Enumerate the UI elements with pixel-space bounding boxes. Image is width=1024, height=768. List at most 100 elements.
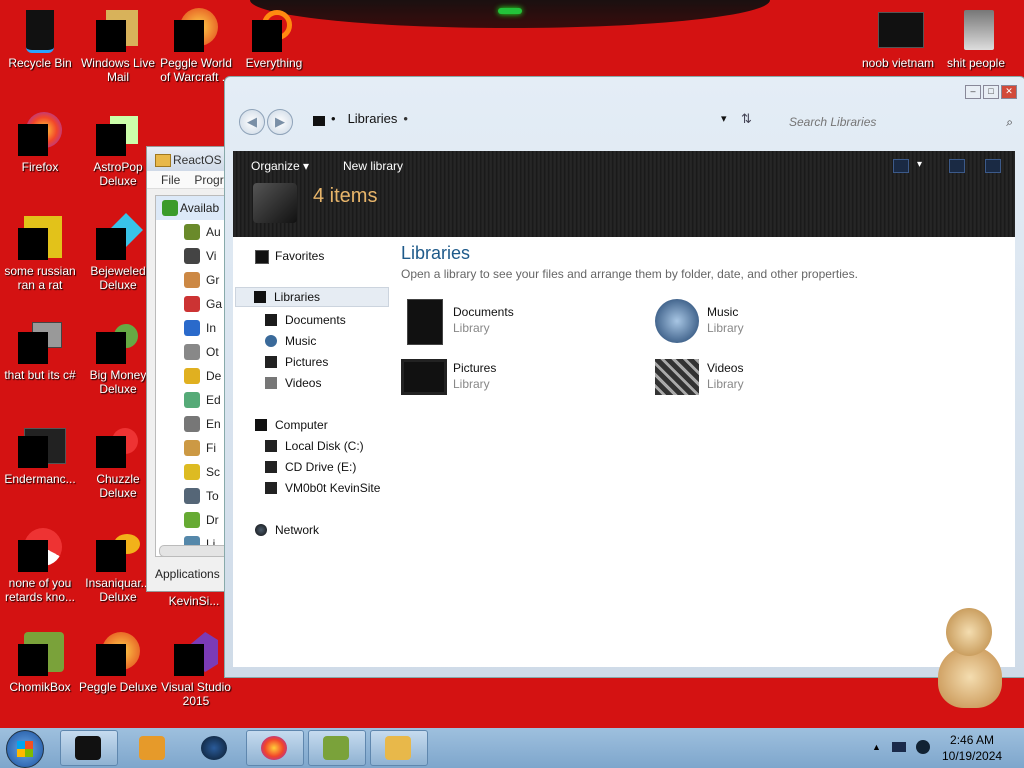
library-name: Music — [707, 305, 739, 319]
nav-label: VM0b0t KevinSite — [285, 481, 381, 495]
video-icon — [184, 248, 200, 264]
change-view-icon[interactable] — [893, 159, 909, 173]
volume-icon[interactable] — [916, 740, 930, 754]
chevron-down-icon[interactable]: ▾ — [721, 112, 727, 125]
maximize-button[interactable]: □ — [983, 85, 999, 99]
command-bar: Organize ▾ New library ▾ 4 items — [233, 151, 1015, 237]
address-chevron[interactable]: • — [403, 111, 408, 126]
tree-item-label: Ga — [206, 297, 223, 311]
application-icon — [18, 424, 66, 468]
search-box[interactable]: ⌕ — [775, 111, 1019, 133]
address-segment[interactable]: Libraries — [348, 111, 398, 126]
nav-label: Local Disk (C:) — [285, 439, 364, 453]
nav-libraries[interactable]: Libraries — [235, 287, 389, 307]
navigation-pane[interactable]: Favorites Libraries Documents Music Pict… — [233, 237, 391, 667]
libraries-icon — [254, 291, 266, 303]
content-pane[interactable]: Libraries Open a library to see your fil… — [391, 237, 1015, 667]
computer-icon — [255, 419, 267, 431]
tree-item-label: En — [206, 417, 221, 431]
desktop-icon-chomikbox[interactable]: ChomikBox — [0, 632, 80, 694]
arrow-icon — [162, 200, 178, 216]
games-icon — [184, 296, 200, 312]
desktop-icon-peggle-deluxe[interactable]: Peggle Deluxe — [78, 632, 158, 694]
library-pictures[interactable]: Pictures Library — [401, 355, 601, 403]
development-icon — [184, 368, 200, 384]
library-type: Library — [453, 377, 490, 391]
desktop-icon-label: some russian ran a rat — [4, 264, 76, 292]
documents-icon — [265, 314, 277, 326]
office-icon — [184, 344, 200, 360]
taskbar-item-reactos[interactable] — [186, 730, 244, 766]
desktop-icon-some-russian[interactable]: some russian ran a rat — [0, 216, 80, 292]
network-icon[interactable] — [892, 742, 906, 752]
taskbar-item-explorer[interactable] — [60, 730, 118, 766]
refresh-icon[interactable]: ⇅ — [741, 111, 752, 127]
desktop-icon-recycle-bin[interactable]: Recycle Bin — [0, 8, 80, 70]
tree-item-label: Fi — [206, 441, 216, 455]
science-icon — [184, 464, 200, 480]
forward-button[interactable]: ▶ — [267, 109, 293, 135]
menu-file[interactable]: File — [161, 173, 180, 187]
explorer-window-libraries[interactable]: – □ ✕ ◀ ▶ • Libraries • ▾ ⇅ ⌕ Organize ▾ N… — [224, 76, 1024, 678]
desktop-icon-that-but-its-cs[interactable]: that but its c# — [0, 320, 80, 382]
library-music[interactable]: Music Library — [655, 299, 855, 347]
start-button[interactable] — [6, 730, 44, 768]
search-input[interactable] — [775, 111, 1019, 133]
graphics-icon — [184, 272, 200, 288]
desktop-icon-label: Firefox — [21, 160, 59, 174]
desktop-icon-partial-label: KevinSi... — [168, 594, 220, 608]
fish-icon — [96, 528, 140, 572]
engineering-icon — [184, 416, 200, 432]
desktop-icon-noob-vietnam[interactable]: noob vietnam — [858, 8, 938, 70]
new-library-button[interactable]: New library — [343, 159, 403, 173]
package-icon — [385, 736, 411, 760]
nav-label: CD Drive (E:) — [285, 460, 357, 474]
search-icon[interactable]: ⌕ — [1006, 115, 1013, 130]
desktop-icon-firefox[interactable]: Firefox — [0, 112, 80, 174]
chevron-down-icon[interactable]: ▾ — [917, 159, 922, 170]
taskbar-item-chomikbox[interactable] — [308, 730, 366, 766]
library-videos[interactable]: Videos Library — [655, 355, 855, 403]
organize-label: Organize — [251, 159, 300, 173]
text-file-icon — [876, 8, 924, 52]
desktop-icon-label: noob vietnam — [861, 56, 935, 70]
desktop-icon-label: Endermanc... — [4, 472, 76, 486]
chuzzle-icon — [96, 424, 140, 468]
desktop-icon-label: shit people — [946, 56, 1006, 70]
desktop-icon-peggle-wow[interactable]: Peggle World of Warcraft ... — [156, 8, 236, 84]
desktop-icon-windows-live-mail[interactable]: Windows Live Mail — [78, 8, 158, 84]
minimize-button[interactable]: – — [965, 85, 981, 99]
item-count: 4 items — [313, 185, 378, 207]
close-button[interactable]: ✕ — [1001, 85, 1017, 99]
everything-icon — [252, 8, 296, 52]
library-type: Library — [707, 377, 744, 391]
desktop-icon-everything[interactable]: Everything — [234, 8, 314, 70]
network-icon — [255, 524, 267, 536]
recycle-bin-icon — [18, 8, 62, 53]
tree-item-label: In — [206, 321, 217, 335]
desktop-icon-shit-people[interactable]: shit people — [936, 8, 1016, 70]
ornament-light — [498, 8, 522, 14]
show-hidden-icons-icon[interactable]: ▲ — [872, 742, 881, 752]
back-button[interactable]: ◀ — [239, 109, 265, 135]
taskbar-item-firefox[interactable] — [246, 730, 304, 766]
firefox-icon — [18, 112, 62, 156]
clock[interactable]: 2:46 AM 10/19/2024 — [942, 732, 1002, 764]
page-subtitle: Open a library to see your files and arr… — [401, 267, 858, 281]
library-documents[interactable]: Documents Library — [401, 299, 601, 347]
address-bar[interactable]: • Libraries • ▾ ⇅ — [309, 111, 752, 133]
tree-item-label: Au — [206, 225, 221, 239]
taskbar-item-media-player[interactable] — [124, 730, 182, 766]
desktop-icon-label: none of you retards kno... — [4, 576, 76, 604]
clock-date: 10/19/2024 — [942, 749, 1003, 763]
clock-time: 2:46 AM — [950, 733, 995, 747]
taskbar-item-app-manager[interactable] — [370, 730, 428, 766]
desktop-icon-none-of-you[interactable]: none of you retards kno... — [0, 528, 80, 604]
address-chevron[interactable]: • — [331, 111, 336, 126]
help-icon[interactable] — [985, 159, 1001, 173]
audio-icon — [184, 224, 200, 240]
organize-button[interactable]: Organize ▾ — [251, 159, 309, 173]
preview-pane-icon[interactable] — [949, 159, 965, 173]
nav-label: Favorites — [275, 249, 325, 263]
desktop-icon-endermanch[interactable]: Endermanc... — [0, 424, 80, 486]
